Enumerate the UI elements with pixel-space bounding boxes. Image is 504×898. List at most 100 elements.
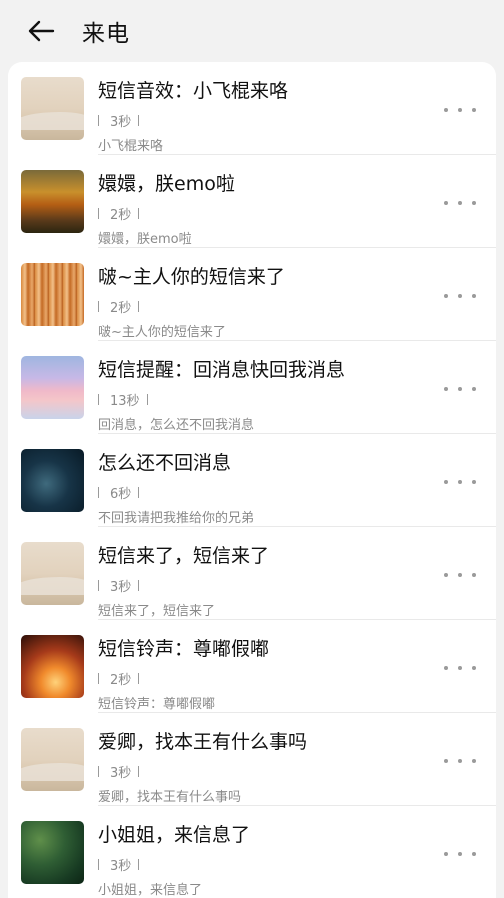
more-options-button[interactable] xyxy=(444,751,476,771)
list-item[interactable]: 怎么还不回消息 6秒 不回我请把我推给你的兄弟 xyxy=(8,434,496,527)
ringtone-duration-row: 2秒 xyxy=(98,204,140,223)
ringtone-duration: 6秒 xyxy=(110,487,132,502)
list-item[interactable]: 短信音效：小飞棍来咯 3秒 小飞棍来咯 xyxy=(8,62,496,155)
separator-bar xyxy=(138,487,140,498)
ringtone-thumbnail xyxy=(21,263,84,326)
ringtone-duration: 13秒 xyxy=(110,394,140,409)
separator-bar xyxy=(138,580,140,591)
ringtone-duration: 3秒 xyxy=(110,766,132,781)
separator-bar xyxy=(98,580,99,591)
more-horizontal-icon xyxy=(444,852,448,856)
list-item[interactable]: 爱卿，找本王有什么事吗 3秒 爱卿，找本王有什么事吗 xyxy=(8,713,496,806)
ringtone-thumbnail xyxy=(21,170,84,233)
more-horizontal-icon xyxy=(444,573,448,577)
more-horizontal-icon xyxy=(458,573,462,577)
more-horizontal-icon xyxy=(472,666,476,670)
ringtone-description: 短信铃声：尊嘟假嘟 xyxy=(98,697,216,712)
more-horizontal-icon xyxy=(472,573,476,577)
more-horizontal-icon xyxy=(472,294,476,298)
ringtone-description: 啵~主人你的短信来了 xyxy=(98,325,226,340)
ringtone-duration-row: 3秒 xyxy=(98,855,140,874)
more-options-button[interactable] xyxy=(444,379,476,399)
ringtone-duration-row: 2秒 xyxy=(98,669,140,688)
separator-bar xyxy=(98,487,99,498)
ringtone-duration: 3秒 xyxy=(110,859,132,874)
more-horizontal-icon xyxy=(444,480,448,484)
more-options-button[interactable] xyxy=(444,658,476,678)
ringtone-duration: 3秒 xyxy=(110,580,132,595)
list-item[interactable]: 啵~主人你的短信来了 2秒 啵~主人你的短信来了 xyxy=(8,248,496,341)
ringtone-description: 嬛嬛，朕emo啦 xyxy=(98,232,192,247)
ringtone-name: 怎么还不回消息 xyxy=(98,452,232,474)
more-options-button[interactable] xyxy=(444,193,476,213)
separator-bar xyxy=(146,394,148,405)
ringtone-name: 嬛嬛，朕emo啦 xyxy=(98,173,235,195)
more-horizontal-icon xyxy=(444,108,448,112)
more-horizontal-icon xyxy=(444,387,448,391)
more-options-button[interactable] xyxy=(444,100,476,120)
list-item[interactable]: 短信铃声：尊嘟假嘟 2秒 短信铃声：尊嘟假嘟 xyxy=(8,620,496,713)
more-horizontal-icon xyxy=(472,201,476,205)
ringtone-name: 啵~主人你的短信来了 xyxy=(98,266,285,288)
ringtone-duration: 2秒 xyxy=(110,301,132,316)
ringtone-description: 爱卿，找本王有什么事吗 xyxy=(98,790,242,805)
more-horizontal-icon xyxy=(472,852,476,856)
separator-bar xyxy=(138,859,140,870)
more-horizontal-icon xyxy=(472,759,476,763)
more-horizontal-icon xyxy=(472,108,476,112)
ringtone-name: 短信提醒：回消息快回我消息 xyxy=(98,359,346,381)
list-item[interactable]: 小姐姐，来信息了 3秒 小姐姐，来信息了 xyxy=(8,806,496,898)
ringtone-description: 回消息，怎么还不回我消息 xyxy=(98,418,255,433)
ringtone-thumbnail xyxy=(21,635,84,698)
ringtone-thumbnail xyxy=(21,77,84,140)
separator-bar xyxy=(138,766,140,777)
list-item[interactable]: 嬛嬛，朕emo啦 2秒 嬛嬛，朕emo啦 xyxy=(8,155,496,248)
ringtone-name: 短信来了，短信来了 xyxy=(98,545,270,567)
separator-bar xyxy=(98,859,99,870)
more-horizontal-icon xyxy=(458,666,462,670)
more-options-button[interactable] xyxy=(444,286,476,306)
more-options-button[interactable] xyxy=(444,844,476,864)
back-button[interactable] xyxy=(26,16,56,46)
separator-bar xyxy=(98,208,99,219)
ringtone-duration-row: 3秒 xyxy=(98,762,140,781)
list-item[interactable]: 短信提醒：回消息快回我消息 13秒 回消息，怎么还不回我消息 xyxy=(8,341,496,434)
more-horizontal-icon xyxy=(444,759,448,763)
more-horizontal-icon xyxy=(458,294,462,298)
list-item[interactable]: 短信来了，短信来了 3秒 短信来了，短信来了 xyxy=(8,527,496,620)
ringtone-description: 不回我请把我推给你的兄弟 xyxy=(98,511,255,526)
more-horizontal-icon xyxy=(458,201,462,205)
ringtone-thumbnail xyxy=(21,728,84,791)
separator-bar xyxy=(138,208,140,219)
ringtone-thumbnail xyxy=(21,821,84,884)
ringtone-thumbnail xyxy=(21,449,84,512)
more-horizontal-icon xyxy=(458,852,462,856)
ringtone-name: 短信音效：小飞棍来咯 xyxy=(98,80,289,102)
ringtone-duration: 3秒 xyxy=(110,115,132,130)
ringtone-description: 小姐姐，来信息了 xyxy=(98,883,203,898)
more-horizontal-icon xyxy=(444,294,448,298)
ringtone-duration: 2秒 xyxy=(110,208,132,223)
separator-bar xyxy=(98,301,99,312)
separator-bar xyxy=(98,115,99,126)
ringtone-thumbnail xyxy=(21,542,84,605)
ringtone-duration-row: 6秒 xyxy=(98,483,140,502)
page-title: 来电 xyxy=(82,21,130,47)
more-horizontal-icon xyxy=(458,480,462,484)
ringtone-duration-row: 2秒 xyxy=(98,297,140,316)
arrow-left-icon xyxy=(28,20,55,42)
separator-bar xyxy=(138,673,140,684)
ringtone-list: 短信音效：小飞棍来咯 3秒 小飞棍来咯 嬛嬛，朕emo啦 2秒 嬛嬛，朕emo啦 xyxy=(8,62,496,898)
ringtone-thumbnail xyxy=(21,356,84,419)
separator-bar xyxy=(98,394,99,405)
ringtone-name: 爱卿，找本王有什么事吗 xyxy=(98,731,308,753)
more-options-button[interactable] xyxy=(444,565,476,585)
more-horizontal-icon xyxy=(458,387,462,391)
ringtone-duration-row: 3秒 xyxy=(98,576,140,595)
separator-bar xyxy=(98,766,99,777)
ringtone-duration-row: 3秒 xyxy=(98,111,140,130)
separator-bar xyxy=(98,673,99,684)
ringtone-description: 小飞棍来咯 xyxy=(98,139,164,154)
more-horizontal-icon xyxy=(472,387,476,391)
more-options-button[interactable] xyxy=(444,472,476,492)
